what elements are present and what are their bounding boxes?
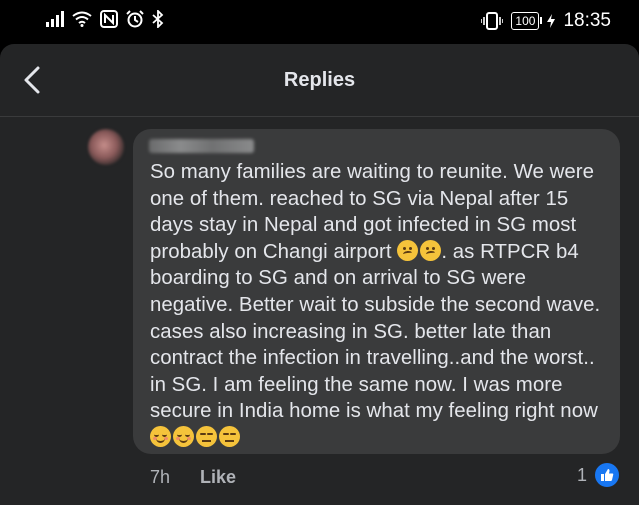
relieved-face-icon <box>173 425 194 447</box>
alarm-icon <box>126 10 144 28</box>
replies-header: Replies <box>0 44 639 117</box>
reaction-count: 1 <box>576 464 587 485</box>
comment-bubble[interactable]: So many families are waiting to reunite.… <box>133 129 620 454</box>
confused-face-icon <box>420 239 442 261</box>
page-title: Replies <box>283 69 356 91</box>
relieved-face-icon <box>150 425 171 447</box>
reactions-summary[interactable]: 1 <box>577 461 621 489</box>
comment-timestamp: 7h <box>150 467 171 487</box>
like-button[interactable]: Like <box>200 467 236 488</box>
emoji-group-2 <box>150 425 240 447</box>
battery-level: 100 <box>515 14 536 28</box>
clock: 18:35 <box>563 10 611 31</box>
wifi-icon <box>72 11 92 27</box>
thumbs-up-icon <box>593 461 621 489</box>
expressionless-face-icon <box>196 425 217 447</box>
vibrate-icon <box>481 12 504 30</box>
expressionless-face-icon <box>219 425 240 447</box>
nfc-icon <box>100 10 118 28</box>
status-bar: 100 18:35 <box>0 0 639 44</box>
author-name-blurred[interactable] <box>149 139 254 153</box>
confused-face-icon <box>397 239 419 261</box>
comment-text: So many families are waiting to reunite.… <box>150 159 610 452</box>
comment-actions: 7h Like <box>150 467 236 488</box>
replies-content: So many families are waiting to reunite.… <box>0 117 639 505</box>
charging-icon <box>547 14 556 28</box>
battery-indicator: 100 <box>511 12 543 30</box>
comment-text-part-2: . as RTPCR b4 boarding to SG and on arri… <box>150 240 606 423</box>
bluetooth-icon <box>152 10 164 28</box>
status-icons-left <box>46 10 164 28</box>
avatar[interactable] <box>88 129 124 165</box>
emoji-group-1 <box>397 239 442 261</box>
signal-icon <box>46 11 64 27</box>
status-icons-right: 100 18:35 <box>481 10 611 32</box>
